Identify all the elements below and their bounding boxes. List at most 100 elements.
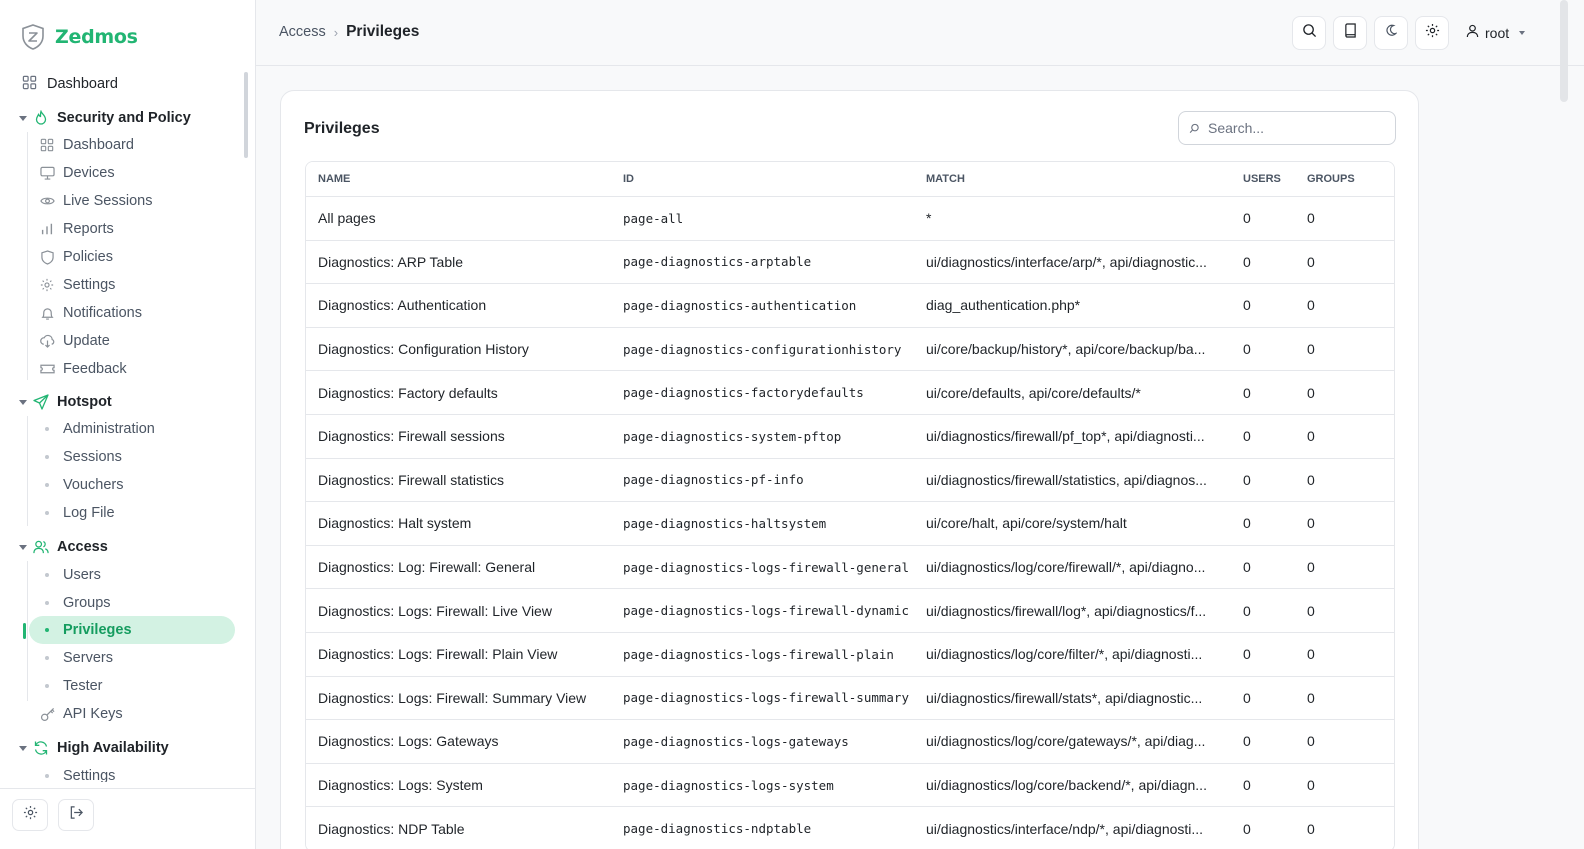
cell-match: ui/diagnostics/firewall/pf_top*, api/dia…	[926, 428, 1205, 445]
sidebar-scrollbar[interactable]	[244, 72, 248, 158]
cell-groups: 0	[1307, 471, 1315, 488]
sidebar-item-label: Groups	[63, 595, 111, 611]
sidebar-item-groups[interactable]: Groups	[29, 589, 235, 617]
table-row[interactable]: Diagnostics: Logs: Firewall: Summary Vie…	[306, 676, 1394, 721]
footer-settings-button[interactable]	[12, 799, 48, 831]
column-header-users[interactable]: USERS	[1243, 173, 1307, 185]
privileges-card: Privileges NAME ID MATCH USERS GROUPS Al…	[280, 90, 1419, 849]
key-icon	[39, 706, 55, 722]
table-row[interactable]: Diagnostics: Log: Firewall: General page-…	[306, 545, 1394, 590]
table-row[interactable]: Diagnostics: ARP Table page-diagnostics-a…	[306, 240, 1394, 285]
sidebar-item-settings[interactable]: Settings	[29, 271, 235, 299]
sidebar-item-administration[interactable]: Administration	[29, 415, 235, 443]
cell-users: 0	[1243, 602, 1251, 619]
bullet-dot	[45, 601, 49, 605]
table-row[interactable]: Diagnostics: NDP Table page-diagnostics-n…	[306, 807, 1394, 849]
table-row[interactable]: Diagnostics: Logs: System page-diagnostic…	[306, 763, 1394, 808]
breadcrumb-separator: ›	[333, 24, 339, 40]
logout-button[interactable]	[58, 799, 94, 831]
group-label: Security and Policy	[57, 110, 191, 126]
cell-id: page-diagnostics-authentication	[623, 297, 857, 313]
table-row[interactable]: Diagnostics: Logs: Firewall: Live View pa…	[306, 589, 1394, 633]
top-header: Access › Privileges root	[256, 0, 1584, 66]
sidebar-item-policies[interactable]: Policies	[29, 243, 235, 271]
cell-users: 0	[1243, 777, 1251, 794]
sidebar-item-label: Vouchers	[63, 477, 124, 493]
cell-users: 0	[1243, 689, 1251, 706]
table-row[interactable]: Diagnostics: Logs: Gateways page-diagnost…	[306, 720, 1394, 764]
cell-name: Diagnostics: Factory defaults	[318, 384, 498, 401]
table-row[interactable]: Diagnostics: Configuration History page-d…	[306, 327, 1394, 372]
column-header-groups[interactable]: GROUPS	[1307, 173, 1387, 185]
settings-button[interactable]	[1415, 16, 1449, 50]
group-access[interactable]: Access	[19, 535, 108, 559]
table-row[interactable]: Diagnostics: Logs: Firewall: Plain View p…	[306, 632, 1394, 677]
user-icon	[1466, 24, 1479, 41]
chevron-down-icon	[19, 115, 27, 121]
cell-name: Diagnostics: Firewall sessions	[318, 428, 505, 445]
sidebar-item-sessions[interactable]: Sessions	[29, 443, 235, 471]
column-header-id[interactable]: ID	[623, 173, 926, 185]
sidebar-item-reports[interactable]: Reports	[29, 215, 235, 243]
docs-button[interactable]	[1333, 16, 1367, 50]
chevron-down-icon	[1519, 30, 1526, 35]
sidebar-item-label: Tester	[63, 678, 103, 694]
group-security-and-policy[interactable]: Security and Policy	[19, 106, 191, 130]
shield-icon	[39, 249, 55, 265]
sidebar-item-tester[interactable]: Tester	[29, 672, 235, 700]
sidebar-item-security-dashboard[interactable]: Dashboard	[29, 131, 235, 159]
sidebar-item-label: Settings	[63, 277, 116, 293]
cell-id: page-diagnostics-logs-gateways	[623, 733, 849, 749]
sidebar-item-dashboard[interactable]: Dashboard	[22, 72, 118, 96]
user-menu[interactable]: root	[1466, 24, 1526, 41]
search-button[interactable]	[1292, 16, 1326, 50]
sidebar-item-log-file[interactable]: Log File	[29, 499, 235, 527]
sidebar: Zedmos Dashboard Security and Policy Das…	[0, 0, 256, 849]
group-high-availability[interactable]: High Availability	[19, 736, 169, 760]
table-row[interactable]: Diagnostics: Firewall sessions page-diagn…	[306, 414, 1394, 459]
cell-name: Diagnostics: Logs: Firewall: Plain View	[318, 646, 558, 663]
page-scrollbar[interactable]	[1560, 0, 1568, 102]
search-icon	[1302, 23, 1317, 43]
table-row[interactable]: Diagnostics: Authentication page-diagnost…	[306, 284, 1394, 328]
chevron-down-icon	[19, 745, 27, 751]
cell-users: 0	[1243, 559, 1251, 576]
sidebar-item-update[interactable]: Update	[29, 327, 235, 355]
sidebar-item-api-keys[interactable]: API Keys	[29, 700, 235, 728]
cell-name: Diagnostics: Logs: Firewall: Summary Vie…	[318, 689, 587, 706]
cell-name: Diagnostics: Logs: Firewall: Live View	[318, 602, 552, 619]
brand[interactable]: Zedmos	[21, 24, 138, 50]
cell-match: ui/diagnostics/firewall/statistics, api/…	[926, 471, 1207, 488]
bullet-dot	[45, 656, 49, 660]
page-title: Privileges	[346, 23, 420, 40]
theme-toggle-button[interactable]	[1374, 16, 1408, 50]
breadcrumb-parent[interactable]: Access	[279, 24, 326, 40]
column-header-match[interactable]: MATCH	[926, 173, 1243, 185]
table-row[interactable]: All pages page-all * 0 0	[306, 197, 1394, 241]
bullet-dot	[45, 573, 49, 577]
search-box[interactable]	[1178, 111, 1396, 145]
table-row[interactable]: Diagnostics: Factory defaults page-diagno…	[306, 371, 1394, 415]
sidebar-item-label: Sessions	[63, 449, 122, 465]
card-title: Privileges	[304, 120, 380, 137]
cell-match: ui/diagnostics/firewall/stats*, api/diag…	[926, 689, 1203, 706]
sidebar-item-notifications[interactable]: Notifications	[29, 299, 235, 327]
sidebar-item-servers[interactable]: Servers	[29, 644, 235, 672]
sidebar-item-ha-settings[interactable]: Settings	[29, 762, 235, 782]
brand-name: Zedmos	[55, 26, 138, 48]
sidebar-item-privileges[interactable]: Privileges	[29, 616, 235, 644]
column-header-name[interactable]: NAME	[306, 173, 623, 185]
cell-groups: 0	[1307, 820, 1315, 837]
group-hotspot[interactable]: Hotspot	[19, 390, 112, 414]
table-row[interactable]: Diagnostics: Halt system page-diagnostics…	[306, 502, 1394, 546]
sidebar-item-live-sessions[interactable]: Live Sessions	[29, 187, 235, 215]
sidebar-item-label: Dashboard	[63, 137, 134, 153]
sidebar-item-vouchers[interactable]: Vouchers	[29, 471, 235, 499]
sidebar-item-users[interactable]: Users	[29, 561, 235, 589]
sidebar-item-devices[interactable]: Devices	[29, 159, 235, 187]
table-row[interactable]: Diagnostics: Firewall statistics page-dia…	[306, 458, 1394, 503]
cell-users: 0	[1243, 428, 1251, 445]
sidebar-item-feedback[interactable]: Feedback	[29, 355, 235, 383]
cell-groups: 0	[1307, 384, 1315, 401]
search-input[interactable]	[1208, 120, 1378, 136]
